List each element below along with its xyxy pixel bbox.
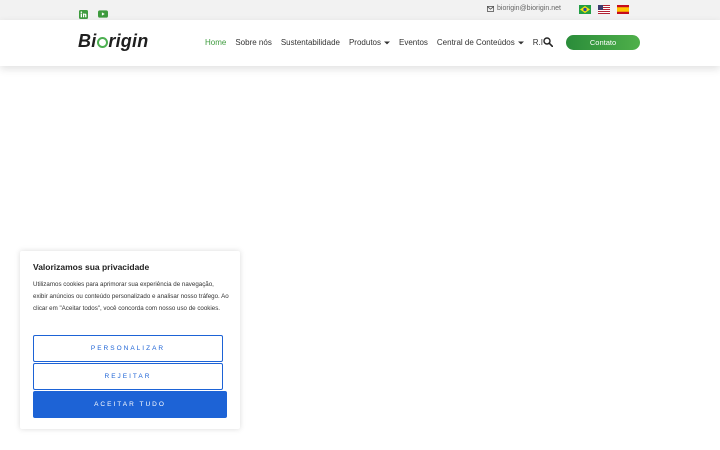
top-bar: biorigin@biorigin.net — [0, 0, 720, 20]
cookie-title: Valorizamos sua privacidade — [33, 262, 150, 272]
accept-all-button[interactable]: ACEITAR TUDO — [33, 391, 227, 418]
nav-item-ri[interactable]: R.I — [533, 38, 543, 47]
brazil-flag-icon[interactable] — [579, 5, 591, 14]
chevron-down-icon — [518, 40, 524, 44]
spain-flag-icon[interactable] — [617, 5, 629, 14]
email-link[interactable]: biorigin@biorigin.net — [487, 5, 561, 12]
contact-button[interactable]: Contato — [566, 35, 640, 50]
cookie-consent-dialog: Valorizamos sua privacidade Utilizamos c… — [20, 251, 240, 429]
reject-button[interactable]: REJEITAR — [33, 363, 223, 390]
biorigin-logo[interactable]: Bi rigin — [78, 31, 148, 52]
nav-item-eventos[interactable]: Eventos — [399, 38, 428, 47]
cookie-description: Utilizamos cookies para aprimorar sua ex… — [33, 281, 229, 312]
logo-text-end: rigin — [108, 31, 149, 51]
logo-text-start: Bi — [78, 31, 97, 51]
nav-item-home[interactable]: Home — [205, 38, 226, 47]
customize-button[interactable]: PERSONALIZAR — [33, 335, 223, 362]
nav-item-label: Produtos — [348, 38, 381, 47]
social-links — [78, 9, 108, 19]
nav-item-label: Home — [205, 38, 227, 47]
nav-item-produtos[interactable]: Produtos — [349, 38, 390, 47]
search-icon[interactable] — [543, 37, 553, 47]
nav-item-label: Central de Conteúdos — [436, 38, 515, 47]
nav-item-sobre-nos[interactable]: Sobre nós — [235, 38, 271, 47]
chevron-down-icon — [384, 40, 390, 44]
nav-item-sustentabilidade[interactable]: Sustentabilidade — [281, 38, 340, 47]
language-selector — [579, 5, 629, 14]
nav-item-label: Sobre nós — [235, 38, 272, 47]
youtube-icon[interactable] — [98, 9, 108, 19]
main-header: Bi rigin Home Sobre nós Sustentabilidade … — [0, 20, 720, 66]
linkedin-icon[interactable] — [78, 9, 88, 19]
nav-item-label: Sustentabilidade — [280, 38, 340, 47]
usa-flag-icon[interactable] — [598, 5, 610, 14]
email-text: biorigin@biorigin.net — [497, 5, 561, 12]
main-nav: Home Sobre nós Sustentabilidade Produtos… — [205, 38, 543, 47]
envelope-icon — [487, 5, 494, 12]
nav-item-label: Eventos — [399, 38, 428, 47]
logo-o-circle — [96, 37, 108, 48]
nav-item-label: R.I — [532, 38, 543, 47]
nav-item-central-de-conteudos[interactable]: Central de Conteúdos — [437, 38, 524, 47]
